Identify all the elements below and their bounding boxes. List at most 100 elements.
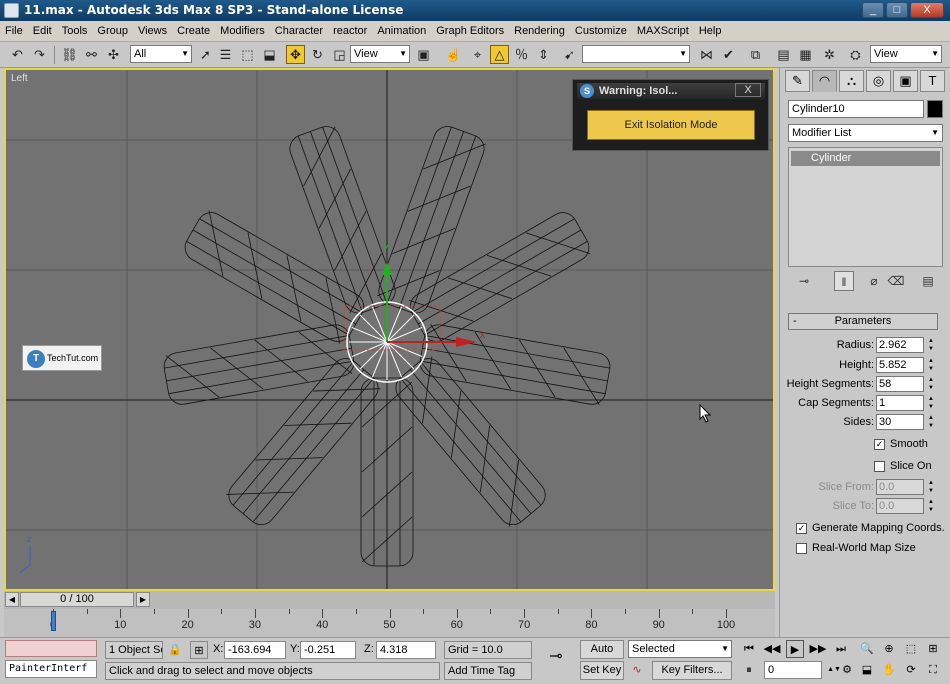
pin-stack-icon[interactable]: ⊸ <box>794 271 814 291</box>
object-color-swatch[interactable] <box>927 100 943 118</box>
next-frame-icon[interactable]: ▶▶ <box>809 640 827 658</box>
layer-icon[interactable]: ⧉ <box>746 45 765 64</box>
make-unique-icon[interactable]: ⌀ <box>864 271 884 291</box>
object-name-field[interactable]: Cylinder10 <box>788 100 924 118</box>
cylinder-arm[interactable] <box>286 123 399 317</box>
slice-from-field[interactable]: 0.0 <box>876 479 924 495</box>
rotate-icon[interactable]: ↻ <box>308 45 327 64</box>
manipulate-icon[interactable]: ☝ <box>444 45 463 64</box>
lock-selection-icon[interactable]: 🔒 <box>166 641 184 659</box>
render-view-dropdown[interactable]: View ▼ <box>870 45 942 63</box>
set-key-button[interactable]: Set Key <box>580 661 624 680</box>
height-segments-field[interactable]: 58 <box>876 376 924 392</box>
undo-icon[interactable]: ↶ <box>8 45 27 64</box>
prev-frame-icon[interactable]: ◀◀ <box>763 640 781 658</box>
spinner-snap-icon[interactable]: ⇕ <box>534 45 553 64</box>
sides-spinner[interactable]: ▲ ▼ <box>926 414 936 430</box>
named-selection-icon[interactable]: ➹ <box>560 45 579 64</box>
selection-filter-dropdown[interactable]: All ▼ <box>130 45 192 63</box>
close-button[interactable]: X <box>910 2 944 18</box>
menu-tools[interactable]: Tools <box>57 21 93 41</box>
x-coord-field[interactable]: -163.694 <box>224 641 286 659</box>
menu-maxscript[interactable]: MAXScript <box>632 21 694 41</box>
redo-icon[interactable]: ↷ <box>30 45 49 64</box>
align-icon[interactable]: ✔ <box>719 45 738 64</box>
hierarchy-tab-icon[interactable]: ⛬ <box>839 70 864 92</box>
maxscript-listener-field[interactable] <box>5 640 97 657</box>
track-bar[interactable]: 0102030405060708090100 <box>4 609 775 637</box>
zoom-extents-icon[interactable]: ⬚ <box>902 640 920 658</box>
set-key-mode-icon[interactable]: ⊸ <box>542 648 570 666</box>
cap-segments-field[interactable]: 1 <box>876 395 924 411</box>
menu-customize[interactable]: Customize <box>570 21 632 41</box>
zoom-extents-all-icon[interactable]: ⊞ <box>924 640 942 658</box>
radius-field[interactable]: 2.962 <box>876 337 924 353</box>
height-spinner[interactable]: ▲ ▼ <box>926 357 936 373</box>
key-mode-toggle-icon[interactable]: ⏸ <box>740 661 758 679</box>
show-end-result-icon[interactable]: ‖ <box>834 271 854 291</box>
window-crossing-icon[interactable]: ⬓ <box>260 45 279 64</box>
warning-close-button[interactable]: X <box>735 83 761 97</box>
region-zoom-icon[interactable]: ⬓ <box>858 661 876 679</box>
menu-animation[interactable]: Animation <box>372 21 431 41</box>
time-next-icon[interactable]: ▶ <box>136 592 150 607</box>
mirror-icon[interactable]: ⋈ <box>697 45 716 64</box>
radius-spinner[interactable]: ▲ ▼ <box>926 337 936 353</box>
render-scene-icon[interactable]: ⛭ <box>846 45 865 64</box>
current-frame-field[interactable]: 0 <box>764 661 822 679</box>
menu-rendering[interactable]: Rendering <box>509 21 570 41</box>
schematic-icon[interactable]: ▦ <box>796 45 815 64</box>
menu-file[interactable]: File <box>0 21 28 41</box>
menu-group[interactable]: Group <box>92 21 133 41</box>
sides-field[interactable]: 30 <box>876 414 924 430</box>
stack-item-cylinder[interactable]: Cylinder <box>791 151 940 166</box>
maximize-button[interactable]: □ <box>886 2 908 18</box>
menu-help[interactable]: Help <box>694 21 727 41</box>
pivot-icon[interactable]: ▣ <box>414 45 433 64</box>
menu-edit[interactable]: Edit <box>28 21 57 41</box>
select-icon[interactable]: ➚ <box>196 45 215 64</box>
slice-to-spinner[interactable]: ▲ ▼ <box>926 498 936 514</box>
key-mode-dropdown[interactable]: Selected ▼ <box>628 640 732 658</box>
create-tab-icon[interactable]: ✎ <box>785 70 810 92</box>
z-coord-field[interactable]: 4.318 <box>376 641 436 659</box>
move-icon[interactable]: ✥ <box>286 45 305 64</box>
cap-segments-spinner[interactable]: ▲ ▼ <box>926 395 936 411</box>
remove-modifier-icon[interactable]: ⌫ <box>886 271 906 291</box>
parameters-header[interactable]: - Parameters <box>788 313 938 330</box>
menu-graph-editors[interactable]: Graph Editors <box>431 21 509 41</box>
menu-reactor[interactable]: reactor <box>328 21 372 41</box>
goto-end-icon[interactable]: ⏭ <box>832 640 850 658</box>
slice-from-spinner[interactable]: ▲ ▼ <box>926 479 936 495</box>
reference-coordinate-dropdown[interactable]: View ▼ <box>350 45 410 63</box>
minimize-button[interactable]: _ <box>862 2 884 18</box>
zoom-all-icon[interactable]: ⊕ <box>880 640 898 658</box>
material-editor-icon[interactable]: ✲ <box>820 45 839 64</box>
snap-icon[interactable]: ⌖ <box>468 45 487 64</box>
utilities-tab-icon[interactable]: T <box>920 70 945 92</box>
play-icon[interactable]: ▶ <box>786 640 804 658</box>
exit-isolation-mode-button[interactable]: Exit Isolation Mode <box>587 110 755 140</box>
time-slider-knob[interactable]: 0 / 100 <box>20 592 134 607</box>
y-coord-field[interactable]: -0.251 <box>300 641 356 659</box>
auto-key-button[interactable]: Auto Key <box>580 640 624 672</box>
pan-icon[interactable]: ✋ <box>880 661 898 679</box>
menu-character[interactable]: Character <box>270 21 328 41</box>
menu-views[interactable]: Views <box>133 21 172 41</box>
angle-snap-icon[interactable]: △ <box>490 45 509 64</box>
goto-start-icon[interactable]: ⏮ <box>740 640 758 658</box>
link-icon[interactable]: ⛓ <box>60 45 79 64</box>
menu-create[interactable]: Create <box>172 21 215 41</box>
cylinder-arm[interactable] <box>360 377 414 567</box>
time-prev-icon[interactable]: ◀ <box>5 592 19 607</box>
viewport-label[interactable]: Left <box>11 73 28 84</box>
motion-tab-icon[interactable]: ◎ <box>866 70 891 92</box>
configure-modifier-sets-icon[interactable]: ▤ <box>918 271 938 291</box>
slice-to-field[interactable]: 0.0 <box>876 498 924 514</box>
display-tab-icon[interactable]: ▣ <box>893 70 918 92</box>
maximize-viewport-icon[interactable]: ⛶ <box>924 661 942 679</box>
height-segments-spinner[interactable]: ▲ ▼ <box>926 376 936 392</box>
menu-modifiers[interactable]: Modifiers <box>215 21 270 41</box>
current-frame-marker[interactable] <box>51 611 56 631</box>
app-icon[interactable] <box>4 3 19 18</box>
